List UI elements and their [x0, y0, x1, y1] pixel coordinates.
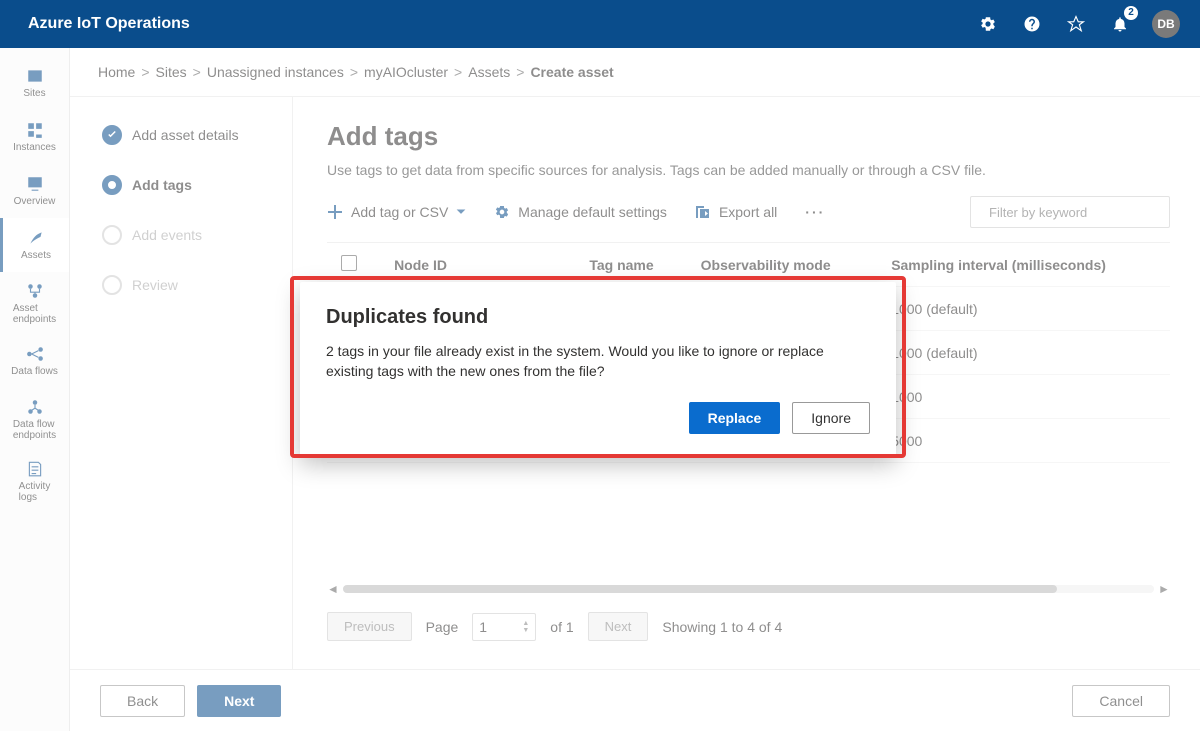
duplicates-dialog: Duplicates found 2 tags in your file alr…: [300, 282, 896, 456]
notifications-badge: 2: [1124, 6, 1138, 20]
header-actions: 2 DB: [976, 10, 1180, 38]
app-title: Azure IoT Operations: [28, 15, 190, 33]
ignore-button[interactable]: Ignore: [792, 402, 870, 434]
dialog-body: 2 tags in your file already exist in the…: [326, 341, 870, 382]
notifications-icon[interactable]: 2: [1108, 12, 1132, 36]
app-header: Azure IoT Operations 2 DB: [0, 0, 1200, 48]
feedback-icon[interactable]: [1064, 12, 1088, 36]
replace-button[interactable]: Replace: [689, 402, 781, 434]
dialog-actions: Replace Ignore: [326, 402, 870, 434]
settings-icon[interactable]: [976, 12, 1000, 36]
help-icon[interactable]: [1020, 12, 1044, 36]
dialog-title: Duplicates found: [326, 306, 870, 329]
user-avatar[interactable]: DB: [1152, 10, 1180, 38]
